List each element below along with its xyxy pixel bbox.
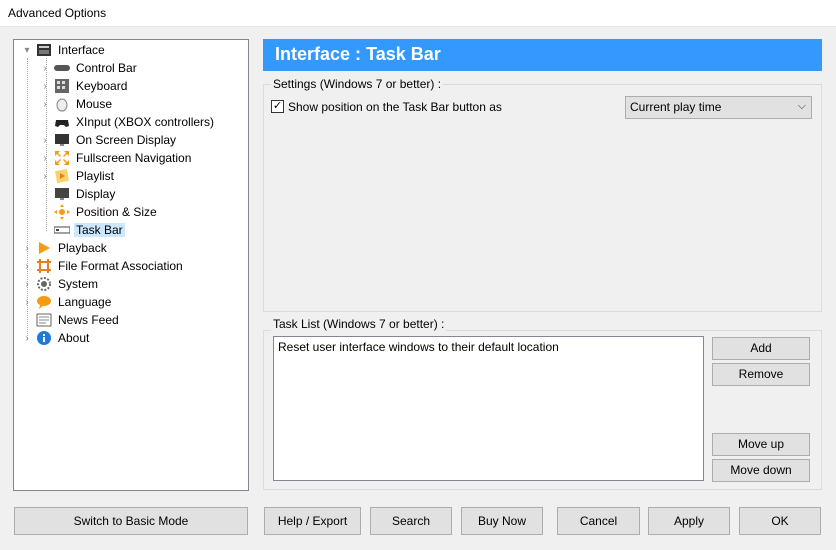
- expand-arrow-icon[interactable]: ›: [22, 261, 32, 272]
- remove-button[interactable]: Remove: [712, 363, 810, 386]
- cancel-button[interactable]: Cancel: [557, 507, 640, 535]
- gamepad-icon: [54, 114, 70, 130]
- interface-icon: [36, 42, 52, 58]
- tree-item-keyboard[interactable]: › Keyboard: [40, 77, 129, 95]
- show-position-label[interactable]: Show position on the Task Bar button as: [288, 100, 502, 114]
- language-icon: [36, 294, 52, 310]
- buy-now-button[interactable]: Buy Now: [461, 507, 543, 535]
- tree-item-interface[interactable]: ▾ Interface: [22, 41, 107, 59]
- tree-item-on-screen-display[interactable]: › On Screen Display: [40, 131, 178, 149]
- news-icon: [36, 312, 52, 328]
- options-tree[interactable]: ▾ Interface › Control Bar › Keyboard › M…: [13, 39, 249, 491]
- playback-icon: [36, 240, 52, 256]
- move-up-button[interactable]: Move up: [712, 433, 810, 456]
- tree-item-news-feed[interactable]: News Feed: [22, 311, 121, 329]
- switch-basic-mode-button[interactable]: Switch to Basic Mode: [14, 507, 248, 535]
- show-position-checkbox[interactable]: ✓: [271, 100, 284, 113]
- tree-item-control-bar[interactable]: › Control Bar: [40, 59, 139, 77]
- title-bar: Advanced Options: [0, 0, 836, 27]
- tree-item-file-format-association[interactable]: › File Format Association: [22, 257, 185, 275]
- tree-item-about[interactable]: › About: [22, 329, 91, 347]
- gear-icon: [36, 276, 52, 292]
- playlist-icon: [54, 168, 70, 184]
- osd-icon: [54, 132, 70, 148]
- mouse-icon: [54, 96, 70, 112]
- fullscreen-icon: [54, 150, 70, 166]
- display-icon: [54, 186, 70, 202]
- expand-arrow-icon[interactable]: ›: [40, 153, 50, 164]
- tree-item-fullscreen-navigation[interactable]: › Fullscreen Navigation: [40, 149, 193, 167]
- keyboard-icon: [54, 78, 70, 94]
- ok-button[interactable]: OK: [739, 507, 821, 535]
- expand-arrow-icon[interactable]: ›: [22, 279, 32, 290]
- expand-arrow-icon[interactable]: ›: [22, 333, 32, 344]
- tree-item-display[interactable]: Display: [40, 185, 117, 203]
- file-format-icon: [36, 258, 52, 274]
- page-title: Interface : Task Bar: [263, 39, 822, 71]
- tree-item-language[interactable]: › Language: [22, 293, 113, 311]
- task-list-group-label: Task List (Windows 7 or better) :: [271, 317, 447, 331]
- list-item[interactable]: Reset user interface windows to their de…: [278, 340, 699, 354]
- task-list[interactable]: Reset user interface windows to their de…: [273, 336, 704, 481]
- tree-item-system[interactable]: › System: [22, 275, 100, 293]
- move-down-button[interactable]: Move down: [712, 459, 810, 482]
- expand-arrow-icon[interactable]: ›: [22, 243, 32, 254]
- expand-arrow-icon[interactable]: ›: [40, 171, 50, 182]
- position-mode-select[interactable]: Current play time ⌵: [625, 96, 812, 119]
- collapse-arrow-icon[interactable]: ▾: [22, 45, 32, 56]
- expand-arrow-icon[interactable]: ›: [40, 99, 50, 110]
- search-button[interactable]: Search: [370, 507, 452, 535]
- expand-arrow-icon[interactable]: ›: [40, 63, 50, 74]
- add-button[interactable]: Add: [712, 337, 810, 360]
- window-title: Advanced Options: [8, 6, 107, 20]
- info-icon: [36, 330, 52, 346]
- tree-item-xinput[interactable]: XInput (XBOX controllers): [40, 113, 216, 131]
- apply-button[interactable]: Apply: [648, 507, 730, 535]
- position-mode-value: Current play time: [630, 100, 722, 114]
- taskbar-icon: [53, 222, 71, 238]
- tree-item-position-size[interactable]: Position & Size: [40, 203, 159, 221]
- control-bar-icon: [54, 60, 70, 76]
- settings-group-label: Settings (Windows 7 or better) :: [271, 77, 444, 91]
- expand-arrow-icon[interactable]: ›: [40, 135, 50, 146]
- help-export-button[interactable]: Help / Export: [264, 507, 361, 535]
- chevron-down-icon: ⌵: [797, 100, 806, 112]
- expand-arrow-icon[interactable]: ›: [22, 297, 32, 308]
- position-icon: [54, 204, 70, 220]
- tree-item-playlist[interactable]: › Playlist: [40, 167, 116, 185]
- tree-item-mouse[interactable]: › Mouse: [40, 95, 114, 113]
- expand-arrow-icon[interactable]: ›: [40, 81, 50, 92]
- tree-item-playback[interactable]: › Playback: [22, 239, 109, 257]
- tree-item-task-bar[interactable]: Task Bar: [40, 221, 125, 239]
